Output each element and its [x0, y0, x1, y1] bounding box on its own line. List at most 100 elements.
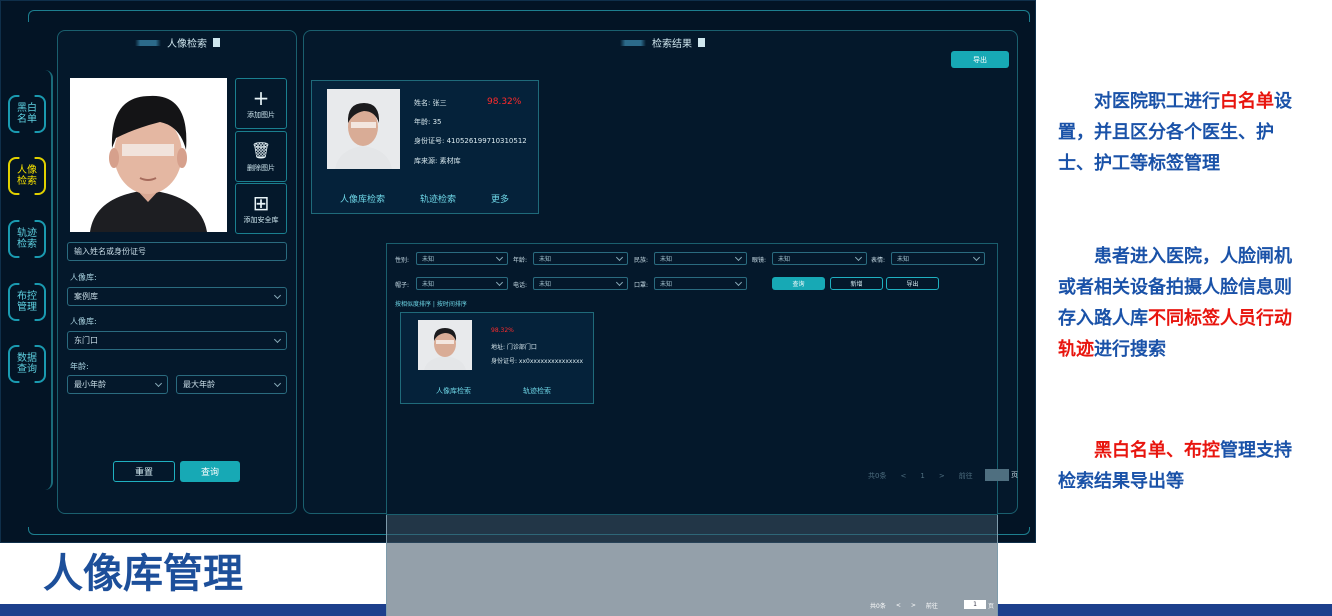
chevron-down-icon [615, 253, 624, 261]
filter-result-photo [418, 320, 472, 370]
portrait-search-link[interactable]: 人像库检索 [340, 192, 385, 205]
trash-icon: 🗑 [250, 140, 272, 160]
gender-label: 性别: [395, 257, 410, 264]
glasses-select[interactable]: 未知 [772, 252, 867, 265]
pagination-total: 共0条 [868, 472, 887, 480]
chevron-down-icon [615, 278, 624, 286]
current-page[interactable]: 1 [920, 472, 924, 480]
chevron-down-icon [854, 253, 863, 261]
sidebar-item-label: 布控 管理 [17, 291, 37, 313]
goto-page-input[interactable] [985, 469, 1009, 481]
age-filter-value: 未知 [539, 256, 552, 263]
bottom-goto-input[interactable]: 1 [964, 600, 986, 609]
more-link[interactable]: 更多 [491, 192, 509, 205]
age-max-select[interactable]: 最大年龄 [176, 375, 287, 394]
chevron-down-icon [495, 278, 504, 286]
delete-image-label: 删除图片 [247, 163, 275, 172]
portrait-image [327, 89, 400, 169]
bottom-strip-left [0, 604, 386, 616]
age-filter-label: 年龄: [513, 257, 528, 264]
description-paragraph-2: 患者进入医院，人脸闸机或者相关设备拍摄人脸信息则存入路人库不同标签人员行动轨迹进… [1058, 241, 1306, 365]
export-label: 导出 [973, 55, 987, 64]
delete-image-button[interactable]: 🗑 删除图片 [235, 131, 287, 182]
glasses-value: 未知 [778, 256, 791, 263]
ethnic-label: 民族: [634, 257, 649, 264]
portrait-image [70, 78, 227, 232]
bottom-next-button[interactable]: > [911, 602, 916, 609]
add-safe-library-button[interactable]: ⊞ 添加安全库 [235, 183, 287, 234]
search-input[interactable]: 输入姓名或身份证号 [67, 242, 287, 261]
filter-export-button[interactable]: 导出 [886, 277, 939, 290]
sidebar-item-label: 人像 检索 [17, 165, 37, 187]
library-select-2[interactable]: 东门口 [67, 331, 287, 350]
bottom-strip-right [998, 604, 1332, 616]
filter-track-search-link[interactable]: 轨迹检索 [523, 386, 551, 396]
result-age: 年龄: 35 [414, 118, 442, 126]
panel-title: 人像检索 [135, 35, 220, 50]
page-title: 人像库管理 [43, 551, 243, 597]
pagination: 共0条 < 1 > 前往 [868, 471, 973, 481]
bottom-pagination-total: 共0条 [870, 603, 886, 610]
expression-value: 未知 [897, 256, 910, 263]
filter-add-label: 新增 [850, 281, 863, 288]
result-source: 库来源: 素材库 [414, 157, 461, 165]
export-button[interactable]: 导出 [951, 51, 1009, 68]
title-decoration [620, 39, 646, 46]
goto-label: 前往 [958, 472, 973, 480]
prev-page-button[interactable]: < [900, 472, 906, 480]
sidebar-item-portrait-search[interactable]: 人像 检索 [8, 157, 46, 195]
chevron-down-icon [273, 335, 282, 343]
glasses-label: 眼镜: [752, 257, 767, 264]
reset-button[interactable]: 重置 [113, 461, 175, 482]
library-select-1[interactable]: 案例库 [67, 287, 287, 306]
sidebar-item-label: 轨迹 检索 [17, 228, 37, 250]
library-label-2: 人像库: [70, 317, 97, 326]
phone-label: 电话: [513, 282, 528, 289]
title-decoration [135, 39, 161, 46]
sidebar-item-blackwhite-list[interactable]: 黑白 名单 [8, 95, 46, 133]
hat-select[interactable]: 未知 [416, 277, 508, 290]
description-paragraph-1: 对医院职工进行白名单设置，并且区分各个医生、护士、护工等标签管理 [1058, 86, 1306, 179]
chevron-down-icon [495, 253, 504, 261]
filter-portrait-search-link[interactable]: 人像库检索 [436, 386, 471, 396]
age-label: 年龄: [70, 362, 89, 371]
chevron-down-icon [273, 291, 282, 299]
ethnic-select[interactable]: 未知 [654, 252, 747, 265]
filter-query-button[interactable]: 查询 [772, 277, 825, 290]
description-highlight: 白名单 [1220, 91, 1274, 112]
result-id: 身份证号: 410526199710310512 [414, 137, 527, 145]
search-button[interactable]: 查询 [180, 461, 240, 482]
title-decoration-block [213, 38, 220, 47]
bottom-prev-button[interactable]: < [896, 602, 901, 609]
reset-label: 重置 [134, 468, 153, 478]
gender-value: 未知 [422, 256, 435, 263]
filter-result-address: 地址: 门诊部门口 [491, 344, 537, 351]
panel-title-text: 人像检索 [167, 39, 207, 50]
add-image-label: 添加图片 [247, 110, 275, 119]
mask-value: 未知 [660, 281, 673, 288]
filter-result-id: 身份证号: xx0xxxxxxxxxxxxxxx [491, 358, 584, 365]
plus-icon: + [252, 85, 270, 110]
sidebar-item-track-search[interactable]: 轨迹 检索 [8, 220, 46, 258]
gender-select[interactable]: 未知 [416, 252, 508, 265]
mask-select[interactable]: 未知 [654, 277, 747, 290]
phone-select[interactable]: 未知 [533, 277, 628, 290]
result-score: 98.32% [487, 97, 522, 107]
page-unit: 页 [1011, 471, 1018, 479]
search-label: 查询 [200, 468, 219, 478]
next-page-button[interactable]: > [939, 472, 945, 480]
age-filter-select[interactable]: 未知 [533, 252, 628, 265]
sort-options[interactable]: 按相似度排序 | 按时间排序 [395, 299, 467, 308]
age-min-select[interactable]: 最小年龄 [67, 375, 168, 394]
chevron-down-icon [154, 379, 163, 387]
filter-add-button[interactable]: 新增 [830, 277, 883, 290]
ethnic-value: 未知 [660, 256, 673, 263]
track-search-link[interactable]: 轨迹检索 [420, 192, 456, 205]
results-title-text: 检索结果 [652, 39, 692, 50]
sidebar-item-data-query[interactable]: 数据 查询 [8, 345, 46, 383]
expression-select[interactable]: 未知 [891, 252, 985, 265]
add-image-button[interactable]: + 添加图片 [235, 78, 287, 129]
sidebar-item-control-management[interactable]: 布控 管理 [8, 283, 46, 321]
bottom-goto-label: 前往 [925, 603, 938, 610]
hat-label: 帽子: [395, 282, 410, 289]
